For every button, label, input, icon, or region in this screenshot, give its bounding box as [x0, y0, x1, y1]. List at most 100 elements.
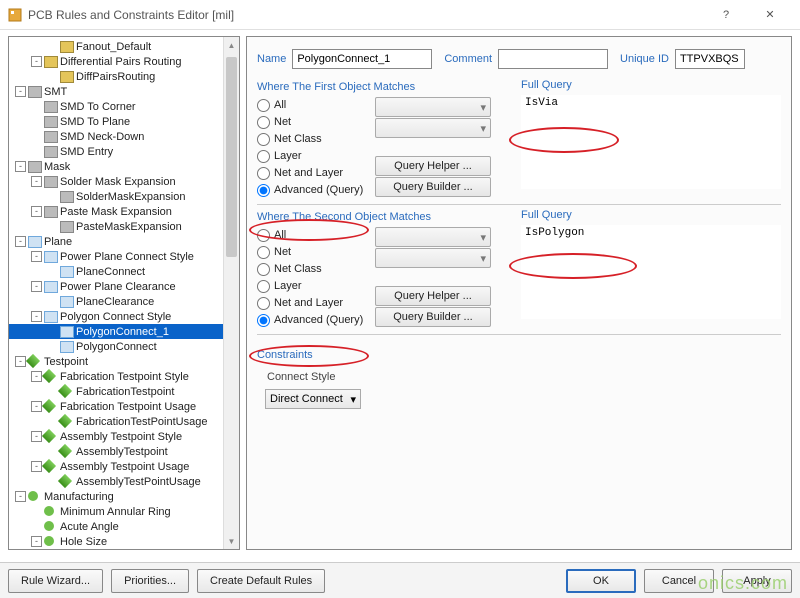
tree-item[interactable]: PolygonConnect: [9, 339, 239, 354]
rules-tree[interactable]: Fanout_Default-Differential Pairs Routin…: [8, 36, 240, 550]
tree-item[interactable]: -Power Plane Connect Style: [9, 249, 239, 264]
connect-style-select[interactable]: Direct Connect ▾: [265, 389, 361, 409]
match1-combo2[interactable]: ▾: [375, 118, 491, 138]
expand-icon[interactable]: -: [31, 401, 42, 412]
match2-query-builder[interactable]: Query Builder ...: [375, 307, 491, 327]
apply-button[interactable]: Apply: [722, 569, 792, 593]
tree-item[interactable]: -Solder Mask Expansion: [9, 174, 239, 189]
chevron-down-icon: ▾: [480, 252, 486, 265]
create-default-rules-button[interactable]: Create Default Rules: [197, 569, 325, 593]
tree-item[interactable]: FabricationTestpoint: [9, 384, 239, 399]
tree-item[interactable]: PlaneConnect: [9, 264, 239, 279]
tree-item[interactable]: Acute Angle: [9, 519, 239, 534]
tree-item[interactable]: SolderMaskExpansion: [9, 189, 239, 204]
cancel-button[interactable]: Cancel: [644, 569, 714, 593]
match1-query-helper[interactable]: Query Helper ...: [375, 156, 491, 176]
match2-net[interactable]: Net: [257, 244, 375, 260]
match1-query-builder[interactable]: Query Builder ...: [375, 177, 491, 197]
tree-item[interactable]: SMD To Plane: [9, 114, 239, 129]
expand-icon[interactable]: -: [15, 161, 26, 172]
tree-item[interactable]: - Assembly Testpoint Usage: [9, 459, 239, 474]
match1-combo1[interactable]: ▾: [375, 97, 491, 117]
match2-all[interactable]: All: [257, 227, 375, 243]
match1-layer[interactable]: Layer: [257, 148, 375, 164]
expand-icon[interactable]: -: [15, 356, 26, 367]
expand-icon[interactable]: -: [31, 371, 42, 382]
tree-item[interactable]: -Fabrication Testpoint Usage: [9, 399, 239, 414]
expand-icon[interactable]: -: [31, 176, 42, 187]
chevron-down-icon: ▾: [480, 101, 486, 114]
match1-fq-title: Full Query: [521, 79, 781, 91]
scroll-up-icon[interactable]: ▲: [224, 37, 239, 53]
comment-input[interactable]: [498, 49, 608, 69]
match1-advanced[interactable]: Advanced (Query): [257, 182, 375, 198]
match2-netlayer[interactable]: Net and Layer: [257, 295, 375, 311]
expand-icon[interactable]: -: [31, 431, 42, 442]
tree-item[interactable]: SMD Entry: [9, 144, 239, 159]
tree-item-label: Polygon Connect Style: [60, 311, 171, 323]
scroll-thumb[interactable]: [226, 57, 237, 257]
expand-icon[interactable]: -: [15, 86, 26, 97]
tree-item[interactable]: Fanout_Default: [9, 39, 239, 54]
tree-item[interactable]: - Paste Mask Expansion: [9, 204, 239, 219]
tree-item[interactable]: -Differential Pairs Routing: [9, 54, 239, 69]
tree-item-label: Assembly Testpoint Usage: [60, 461, 189, 473]
match1-full-query[interactable]: IsVia: [521, 95, 781, 189]
match1-all[interactable]: All: [257, 97, 375, 113]
tree-item-label: Paste Mask Expansion: [60, 206, 172, 218]
match1-net[interactable]: Net: [257, 114, 375, 130]
tree-item[interactable]: - Fabrication Testpoint Style: [9, 369, 239, 384]
match2-advanced[interactable]: Advanced (Query): [257, 312, 375, 328]
expand-icon[interactable]: -: [31, 281, 42, 292]
match1-netlayer[interactable]: Net and Layer: [257, 165, 375, 181]
expand-icon[interactable]: -: [31, 56, 42, 67]
tree-item[interactable]: -Manufacturing: [9, 489, 239, 504]
tree-item[interactable]: -Hole Size: [9, 534, 239, 549]
expand-icon[interactable]: -: [31, 311, 42, 322]
uniqueid-input[interactable]: [675, 49, 745, 69]
tree-item[interactable]: Minimum Annular Ring: [9, 504, 239, 519]
tree-item[interactable]: HoleSize: [9, 549, 239, 550]
match1-netclass[interactable]: Net Class: [257, 131, 375, 147]
tree-item[interactable]: DiffPairsRouting: [9, 69, 239, 84]
priorities-button[interactable]: Priorities...: [111, 569, 189, 593]
match2-layer[interactable]: Layer: [257, 278, 375, 294]
name-input[interactable]: [292, 49, 432, 69]
rule-icon: [44, 281, 58, 293]
tree-item[interactable]: SMD Neck-Down: [9, 129, 239, 144]
tree-item[interactable]: -Testpoint: [9, 354, 239, 369]
match2-full-query[interactable]: IsPolygon: [521, 225, 781, 319]
tree-scrollbar[interactable]: ▲ ▼: [223, 37, 239, 549]
scroll-down-icon[interactable]: ▼: [224, 533, 239, 549]
expand-icon[interactable]: -: [15, 236, 26, 247]
tree-item-label: Fabrication Testpoint Style: [60, 371, 189, 383]
match2-netclass[interactable]: Net Class: [257, 261, 375, 277]
help-button[interactable]: ?: [704, 1, 748, 29]
close-button[interactable]: ✕: [748, 1, 792, 29]
tree-item[interactable]: -Assembly Testpoint Style: [9, 429, 239, 444]
expand-icon[interactable]: -: [31, 536, 42, 547]
tree-item[interactable]: - Polygon Connect Style: [9, 309, 239, 324]
ok-button[interactable]: OK: [566, 569, 636, 593]
expand-icon[interactable]: -: [31, 206, 42, 217]
tree-item-label: SMD To Corner: [60, 101, 136, 113]
tree-item[interactable]: AssemblyTestpoint: [9, 444, 239, 459]
tree-item[interactable]: SMD To Corner: [9, 99, 239, 114]
tree-item[interactable]: PlaneClearance: [9, 294, 239, 309]
match2-query-helper[interactable]: Query Helper ...: [375, 286, 491, 306]
tree-item[interactable]: -Power Plane Clearance: [9, 279, 239, 294]
tree-item[interactable]: AssemblyTestPointUsage: [9, 474, 239, 489]
tree-item[interactable]: PolygonConnect_1: [9, 324, 239, 339]
expand-icon[interactable]: -: [15, 491, 26, 502]
expand-icon[interactable]: -: [31, 461, 42, 472]
tree-item[interactable]: FabricationTestPointUsage: [9, 414, 239, 429]
tree-item[interactable]: -SMT: [9, 84, 239, 99]
tree-item[interactable]: -Mask: [9, 159, 239, 174]
expand-icon[interactable]: -: [31, 251, 42, 262]
match2-combo1[interactable]: ▾: [375, 227, 491, 247]
rule-wizard-button[interactable]: Rule Wizard...: [8, 569, 103, 593]
match2-combo2[interactable]: ▾: [375, 248, 491, 268]
tree-item[interactable]: -Plane: [9, 234, 239, 249]
tree-item[interactable]: PasteMaskExpansion: [9, 219, 239, 234]
rule-icon: [60, 266, 74, 278]
